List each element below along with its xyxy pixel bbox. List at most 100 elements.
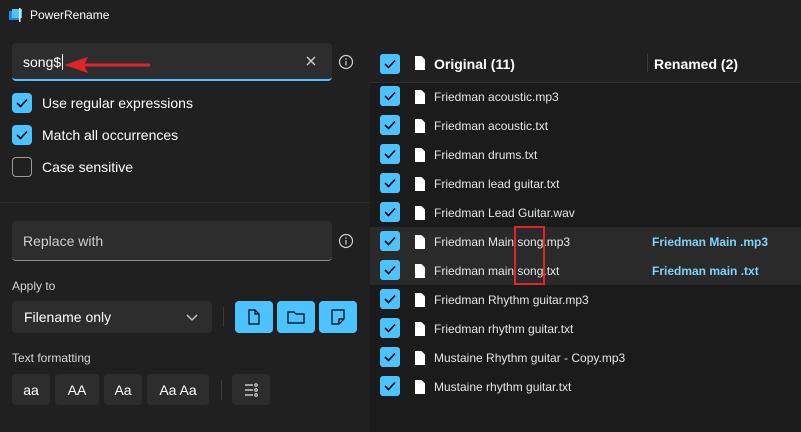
file-row-highlighted[interactable]: Friedman Main song.mp3 Friedman Main .mp…	[370, 227, 801, 256]
checkmark-icon	[384, 59, 396, 69]
file-row[interactable]: Friedman acoustic.mp3	[370, 82, 801, 111]
renamed-filename: Friedman main .txt	[652, 264, 759, 278]
checkmark-icon	[384, 352, 396, 362]
numbered-list-icon	[245, 382, 258, 397]
folder-icon	[287, 311, 305, 324]
file-row-checkbox[interactable]	[380, 231, 400, 251]
file-row-highlighted[interactable]: Friedman main song.txt Friedman main .tx…	[370, 256, 801, 285]
apply-to-label: Apply to	[12, 279, 56, 293]
file-row[interactable]: Friedman rhythm guitar.txt	[370, 314, 801, 343]
original-column-header[interactable]: Original (11)	[434, 56, 515, 72]
file-icon	[415, 322, 425, 336]
enumerate-button[interactable]	[232, 374, 270, 405]
file-row[interactable]: Friedman drums.txt	[370, 140, 801, 169]
original-filename: Friedman acoustic.mp3	[434, 90, 559, 104]
case-sensitive-checkbox[interactable]	[12, 157, 32, 177]
file-row-checkbox[interactable]	[380, 318, 400, 338]
file-row-checkbox[interactable]	[380, 202, 400, 222]
apply-to-dropdown[interactable]: Filename only	[12, 301, 212, 333]
file-extension-icon	[331, 309, 345, 325]
match-all-checkbox[interactable]	[12, 125, 32, 145]
file-row[interactable]: Friedman Rhythm guitar.mp3	[370, 285, 801, 314]
checkmark-icon	[384, 236, 396, 246]
replace-info-icon[interactable]	[338, 233, 354, 249]
checkmark-icon	[16, 130, 28, 140]
options-panel: song$ Use regular expressions Match all …	[0, 30, 370, 432]
file-row-checkbox[interactable]	[380, 144, 400, 164]
file-icon	[415, 148, 425, 162]
capitalize-each-word-button[interactable]: Aa Aa	[147, 374, 209, 405]
original-filename: Friedman rhythm guitar.txt	[434, 322, 574, 336]
original-filename: Friedman acoustic.txt	[434, 119, 549, 133]
chevron-down-icon	[186, 314, 198, 321]
file-row-checkbox[interactable]	[380, 289, 400, 309]
original-filename: Friedman Lead Guitar.wav	[434, 206, 575, 220]
file-icon	[415, 56, 425, 70]
file-icon	[415, 380, 425, 394]
file-icon	[415, 177, 425, 191]
toolbar-separator	[221, 380, 222, 400]
file-icon	[415, 206, 425, 220]
search-input[interactable]: song$	[12, 43, 332, 81]
apply-to-folder-button[interactable]	[277, 301, 315, 333]
file-row-checkbox[interactable]	[380, 115, 400, 135]
checkmark-icon	[384, 120, 396, 130]
original-filename: Friedman Main song.mp3	[434, 235, 571, 249]
select-all-checkbox[interactable]	[380, 54, 400, 74]
checkmark-icon	[16, 98, 28, 108]
file-row-checkbox[interactable]	[380, 173, 400, 193]
renamed-column-header[interactable]: Renamed (2)	[654, 56, 738, 72]
original-filename: Friedman Rhythm guitar.mp3	[434, 293, 589, 307]
uppercase-button[interactable]: AA	[55, 374, 99, 405]
file-row-checkbox[interactable]	[380, 376, 400, 396]
checkmark-icon	[384, 381, 396, 391]
use-regex-option[interactable]: Use regular expressions	[12, 92, 193, 114]
use-regex-label: Use regular expressions	[42, 95, 193, 111]
file-icon	[415, 90, 425, 104]
replace-placeholder: Replace with	[23, 233, 104, 249]
checkmark-icon	[384, 323, 396, 333]
file-row[interactable]: Mustaine rhythm guitar.txt	[370, 372, 801, 401]
checkmark-icon	[384, 207, 396, 217]
original-filename: Friedman drums.txt	[434, 148, 538, 162]
file-icon	[415, 264, 425, 278]
file-row-checkbox[interactable]	[380, 260, 400, 280]
checkmark-icon	[384, 149, 396, 159]
search-input-value: song$	[23, 54, 62, 70]
file-list-panel: Original (11) Renamed (2) Friedman acous…	[370, 44, 801, 432]
file-row[interactable]: Friedman acoustic.txt	[370, 111, 801, 140]
apply-to-extension-button[interactable]	[319, 301, 357, 333]
apply-to-selected: Filename only	[24, 309, 112, 325]
use-regex-checkbox[interactable]	[12, 93, 32, 113]
app-title: PowerRename	[30, 8, 110, 22]
match-all-option[interactable]: Match all occurrences	[12, 124, 178, 146]
case-sensitive-option[interactable]: Case sensitive	[12, 156, 133, 178]
toolbar-separator	[223, 307, 224, 327]
file-row[interactable]: Friedman lead guitar.txt	[370, 169, 801, 198]
checkmark-icon	[384, 294, 396, 304]
red-highlight-annotation	[514, 226, 545, 285]
file-row-checkbox[interactable]	[380, 347, 400, 367]
file-row-checkbox[interactable]	[380, 86, 400, 106]
file-row[interactable]: Mustaine Rhythm guitar - Copy.mp3	[370, 343, 801, 372]
text-formatting-label: Text formatting	[12, 351, 91, 365]
file-icon	[415, 235, 425, 249]
original-filename: Friedman lead guitar.txt	[434, 177, 560, 191]
file-icon	[415, 293, 425, 307]
case-sensitive-label: Case sensitive	[42, 159, 134, 175]
search-info-icon[interactable]	[338, 54, 354, 70]
lowercase-button[interactable]: aa	[12, 374, 50, 405]
renamed-filename: Friedman Main .mp3	[652, 235, 769, 249]
checkmark-icon	[384, 91, 396, 101]
file-list-header: Original (11) Renamed (2)	[370, 44, 801, 83]
file-row[interactable]: Friedman Lead Guitar.wav	[370, 198, 801, 227]
file-icon	[415, 351, 425, 365]
clear-icon[interactable]	[304, 54, 318, 68]
title-bar: PowerRename	[0, 0, 801, 30]
file-icon	[415, 119, 425, 133]
replace-input[interactable]: Replace with	[12, 221, 332, 261]
original-filename: Mustaine rhythm guitar.txt	[434, 380, 572, 394]
apply-to-filename-button[interactable]	[235, 301, 273, 333]
column-separator	[647, 54, 648, 72]
titlecase-button[interactable]: Aa	[104, 374, 142, 405]
